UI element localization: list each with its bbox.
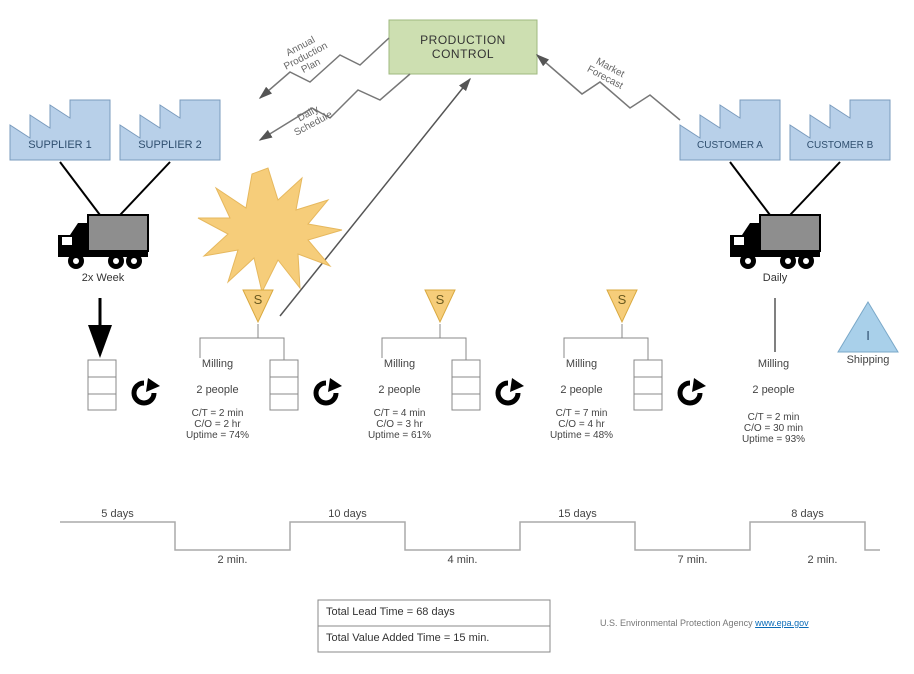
wait-3: 15 days: [520, 508, 635, 520]
wait-1: 5 days: [60, 508, 175, 520]
process3-people: 2 people: [534, 384, 629, 396]
fork-3: [564, 324, 648, 360]
shipping-label: Shipping: [830, 354, 906, 366]
inventory-3: [452, 360, 480, 410]
process3-name: Milling: [534, 358, 629, 370]
customer-truck-icon: [730, 215, 820, 269]
shipping-triangle-icon: [838, 302, 898, 352]
withdraw-arrow-3: [498, 378, 524, 403]
process2-people: 2 people: [352, 384, 447, 396]
process1-ct: C/T = 2 min: [170, 408, 265, 419]
process4-people: 2 people: [726, 384, 821, 396]
supermarket-1-label: S: [243, 292, 273, 307]
diagram-svg: [0, 0, 914, 674]
supply-truck-freq: 2x Week: [58, 272, 148, 284]
production-control-label: PRODUCTION CONTROL: [389, 20, 537, 74]
process1-people: 2 people: [170, 384, 265, 396]
fork-2: [382, 324, 466, 360]
process1-name: Milling: [170, 358, 265, 370]
process1-uptime: Uptime = 74%: [170, 430, 265, 441]
process3-uptime: Uptime = 48%: [534, 430, 629, 441]
total-vat: Total Value Added Time = 15 min.: [326, 632, 489, 644]
line-sup2-truck: [120, 162, 170, 215]
customerB-label: CUSTOMER B: [790, 130, 890, 160]
process2-co: C/O = 3 hr: [352, 419, 447, 430]
timeline-ladder: [60, 522, 880, 550]
shipping-letter: I: [838, 328, 898, 343]
process1-co: C/O = 2 hr: [170, 419, 265, 430]
inventory-4: [634, 360, 662, 410]
value-4: 2 min.: [765, 554, 880, 566]
supermarket-2-label: S: [425, 292, 455, 307]
supermarket-3-label: S: [607, 292, 637, 307]
info-arrow-daily: [260, 74, 410, 140]
customer-truck-freq: Daily: [730, 272, 820, 284]
line-custB-truck: [790, 162, 840, 215]
supply-truck-icon: [58, 215, 148, 269]
value-3: 7 min.: [635, 554, 750, 566]
process3-ct: C/T = 7 min: [534, 408, 629, 419]
supplier2-label: SUPPLIER 2: [120, 130, 220, 160]
process2-uptime: Uptime = 61%: [352, 430, 447, 441]
process2-name: Milling: [352, 358, 447, 370]
supplier1-label: SUPPLIER 1: [10, 130, 110, 160]
value-1: 2 min.: [175, 554, 290, 566]
footer-agency: U.S. Environmental Protection Agency: [600, 618, 755, 628]
process2-ct: C/T = 4 min: [352, 408, 447, 419]
line-sup1-truck: [60, 162, 100, 215]
withdraw-arrow-1: [134, 378, 160, 403]
process4-name: Milling: [726, 358, 821, 370]
kaizen-burst-icon: [198, 168, 342, 292]
withdraw-arrow-4: [680, 378, 706, 403]
process4-co: C/O = 30 min: [726, 423, 821, 434]
total-lead-time: Total Lead Time = 68 days: [326, 606, 455, 618]
wait-4: 8 days: [750, 508, 865, 520]
process4-uptime: Uptime = 93%: [726, 434, 821, 445]
inventory-1: [88, 360, 116, 410]
value-2: 4 min.: [405, 554, 520, 566]
inventory-2: [270, 360, 298, 410]
withdraw-arrow-2: [316, 378, 342, 403]
process3-co: C/O = 4 hr: [534, 419, 629, 430]
customerA-label: CUSTOMER A: [680, 130, 780, 160]
line-custA-truck: [730, 162, 770, 215]
wait-2: 10 days: [290, 508, 405, 520]
fork-1: [200, 324, 284, 360]
process4-ct: C/T = 2 min: [726, 412, 821, 423]
footer-link[interactable]: www.epa.gov: [755, 618, 809, 628]
